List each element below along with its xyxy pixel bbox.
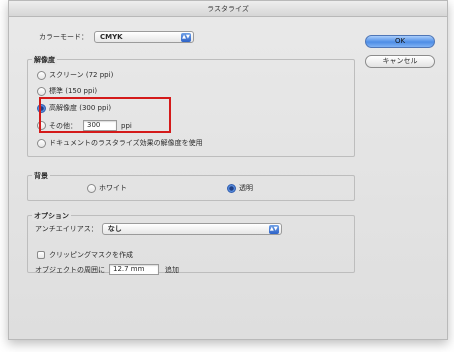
resolution-option-label: 標準 (150 ppi) — [49, 87, 98, 95]
background-option-transparent[interactable]: 透明 — [227, 183, 253, 193]
background-white-label: ホワイト — [99, 184, 127, 192]
resolution-option-screen[interactable]: スクリーン (72 ppi) — [37, 70, 113, 80]
color-mode-row: カラーモード： CMYK ▲▼ — [39, 31, 194, 43]
radio-icon[interactable] — [87, 183, 96, 193]
select-arrows-icon: ▲▼ — [181, 32, 191, 42]
resolution-option-standard[interactable]: 標準 (150 ppi) — [37, 86, 97, 96]
radio-icon[interactable] — [37, 138, 46, 148]
add-around-field[interactable]: 12.7 mm — [109, 264, 159, 275]
select-arrows-icon: ▲▼ — [268, 224, 279, 234]
red-highlight-box — [39, 97, 171, 133]
radio-icon[interactable] — [37, 86, 46, 96]
resolution-option-label: ドキュメントのラスタライズ効果の解像度を使用 — [49, 139, 203, 147]
cancel-button[interactable]: キャンセル — [365, 55, 435, 68]
resolution-option-document[interactable]: ドキュメントのラスタライズ効果の解像度を使用 — [37, 138, 203, 148]
add-around-suffix: 追加 — [165, 265, 179, 274]
dialog-title: ラスタライズ — [9, 1, 447, 17]
color-mode-label: カラーモード： — [39, 33, 88, 41]
options-title: オプション — [32, 211, 71, 221]
clipping-mask-checkbox[interactable] — [37, 251, 45, 259]
antialias-label: アンチエイリアス： — [35, 225, 98, 233]
antialias-row: アンチエイリアス： なし ▲▼ — [35, 223, 282, 235]
color-mode-value: CMYK — [100, 33, 123, 41]
rasterize-dialog: ラスタライズ カラーモード： CMYK ▲▼ OK キャンセル 解像度 スクリー… — [8, 0, 448, 340]
color-mode-select[interactable]: CMYK ▲▼ — [94, 31, 194, 43]
background-transparent-label: 透明 — [239, 184, 253, 192]
antialias-value: なし — [107, 225, 122, 233]
radio-icon[interactable] — [37, 70, 46, 80]
antialias-select[interactable]: なし ▲▼ — [101, 223, 282, 235]
radio-selected-icon[interactable] — [227, 183, 236, 193]
add-around-row: オブジェクトの周囲に 12.7 mm 追加 — [35, 264, 179, 275]
background-group: 背景 — [27, 171, 355, 201]
clipping-mask-row[interactable]: クリッピングマスクを作成 — [37, 250, 133, 260]
add-around-label: オブジェクトの周囲に — [35, 265, 105, 274]
background-option-white[interactable]: ホワイト — [87, 183, 127, 193]
resolution-option-label: スクリーン (72 ppi) — [49, 71, 114, 79]
clipping-mask-label: クリッピングマスクを作成 — [49, 251, 133, 259]
background-title: 背景 — [32, 171, 50, 181]
resolution-title: 解像度 — [32, 55, 57, 65]
ok-button[interactable]: OK — [365, 35, 435, 48]
